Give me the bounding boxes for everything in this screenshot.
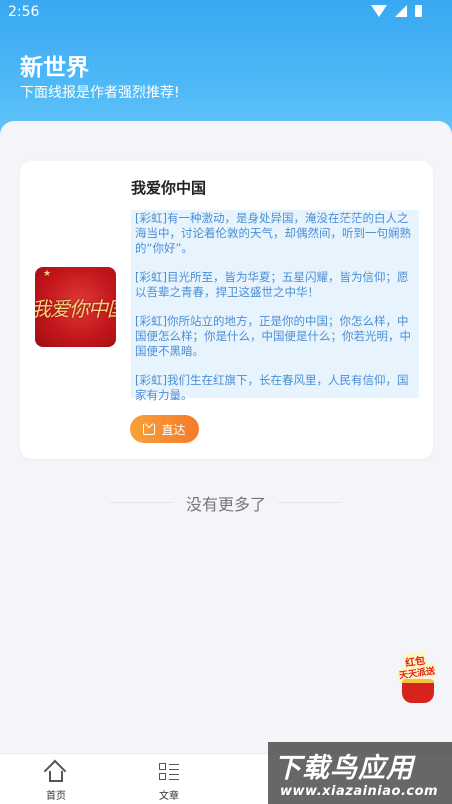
star-icon: ★ bbox=[43, 269, 52, 279]
quote-box: [彩虹]有一种激动，是身处异国，淹没在茫茫的白人之海当中，讨论着伦敦的天气，却偶… bbox=[131, 210, 419, 402]
content-area: ★ 我爱你中国 我爱你中国 [彩虹]有一种激动，是身处异国，淹没在茫茫的白人之海… bbox=[0, 121, 452, 753]
page-subtitle: 下面线报是作者强烈推荐! bbox=[20, 85, 180, 101]
tab-articles[interactable]: 文章 bbox=[129, 754, 209, 804]
tab-home[interactable]: 首页 bbox=[16, 754, 96, 804]
page-title: 新世界 bbox=[20, 55, 89, 81]
list-end-text: 没有更多了 bbox=[185, 495, 266, 514]
signal-icon bbox=[395, 5, 407, 17]
thumbnail-calligraphy: 我爱你中国 bbox=[35, 297, 116, 321]
card-thumbnail[interactable]: ★ 我爱你中国 bbox=[35, 267, 116, 347]
status-icons bbox=[371, 5, 422, 17]
wifi-icon bbox=[371, 5, 387, 17]
card-title: 我爱你中国 bbox=[131, 179, 207, 197]
recommendation-card[interactable]: ★ 我爱你中国 我爱你中国 [彩虹]有一种激动，是身处异国，淹没在茫茫的白人之海… bbox=[20, 161, 433, 459]
status-bar: 2:56 bbox=[0, 0, 452, 26]
quote-item: [彩虹]你所站立的地方，正是你的中国；你怎么样，中国便怎么样；你是什么，中国便是… bbox=[135, 314, 411, 358]
quote-item: [彩虹]有一种激动，是身处异国，淹没在茫茫的白人之海当中，讨论着伦敦的天气，却偶… bbox=[135, 211, 411, 255]
red-packet-floating-button[interactable]: 红包 天天派送 bbox=[396, 651, 440, 705]
go-direct-label: 直达 bbox=[161, 422, 186, 437]
go-direct-button[interactable]: 直达 bbox=[130, 415, 199, 443]
red-packet-icon bbox=[402, 679, 434, 703]
watermark-url: www.xiazainiao.com bbox=[280, 784, 439, 799]
tab-articles-label: 文章 bbox=[159, 791, 179, 802]
watermark: 下载鸟应用 www.xiazainiao.com bbox=[268, 742, 452, 804]
watermark-title: 下载鸟应用 bbox=[274, 753, 414, 784]
battery-icon bbox=[415, 5, 422, 17]
quote-item: [彩虹]我们生在红旗下，长在春风里，人民有信仰，国家有力量。 bbox=[135, 373, 409, 402]
home-icon bbox=[43, 759, 67, 783]
quote-item: [彩虹]目光所至，皆为华夏；五星闪耀，皆为信仰；愿以吾辈之青春，捍卫这盛世之中华… bbox=[135, 270, 409, 299]
tab-home-label: 首页 bbox=[46, 791, 66, 802]
divider-right bbox=[278, 502, 342, 503]
status-time: 2:56 bbox=[8, 4, 40, 20]
download-icon bbox=[143, 423, 156, 435]
article-list-icon bbox=[159, 763, 179, 781]
